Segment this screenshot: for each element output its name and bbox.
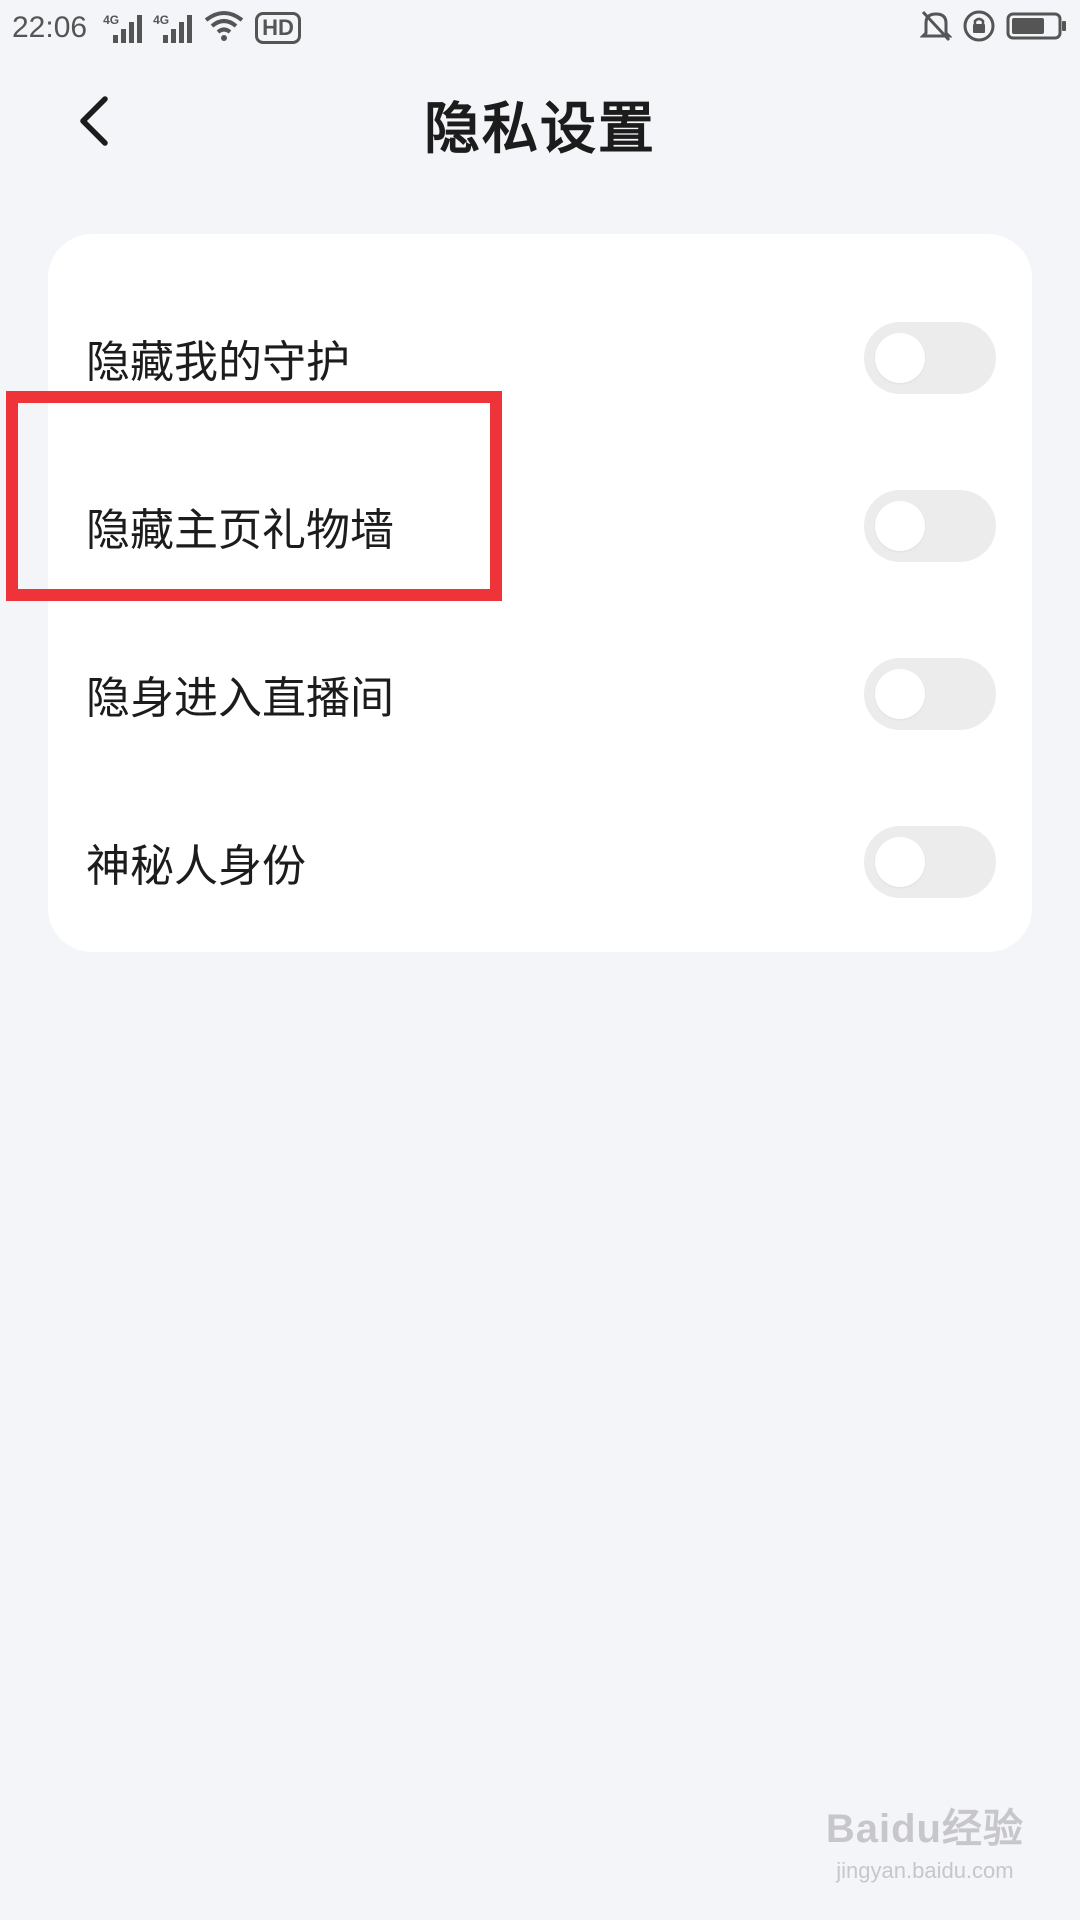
setting-label: 隐藏我的守护 bbox=[86, 337, 350, 388]
watermark-logo: Baidu经验 bbox=[825, 1807, 1024, 1851]
status-right bbox=[919, 9, 1068, 47]
status-left: 22:06 4G 4G HD bbox=[12, 10, 301, 46]
toggle-knob bbox=[875, 501, 925, 551]
invisible-enter-toggle[interactable] bbox=[864, 658, 996, 730]
signal-icon: 4G bbox=[153, 11, 193, 45]
watermark: Baidu经验 jingyan.baidu.com bbox=[826, 1796, 1024, 1884]
network-type-label: 4G bbox=[103, 13, 120, 27]
page-title: 隐私设置 bbox=[424, 97, 656, 162]
hd-call-icon: HD bbox=[255, 12, 301, 44]
setting-label: 隐藏主页礼物墙 bbox=[86, 505, 394, 556]
rotation-lock-icon bbox=[962, 9, 996, 47]
hide-guardian-toggle[interactable] bbox=[864, 322, 996, 394]
status-time: 22:06 bbox=[12, 11, 88, 44]
mystery-identity-toggle[interactable] bbox=[864, 826, 996, 898]
setting-row-hide-gift-wall: 隐藏主页礼物墙 bbox=[48, 442, 1032, 610]
setting-row-mystery-identity: 神秘人身份 bbox=[48, 778, 1032, 946]
settings-card: 隐藏我的守护 隐藏主页礼物墙 隐身进入直播间 神秘人身份 bbox=[48, 234, 1032, 952]
battery-icon bbox=[1006, 11, 1068, 45]
toggle-knob bbox=[875, 837, 925, 887]
setting-label: 神秘人身份 bbox=[86, 841, 306, 892]
bell-muted-icon bbox=[919, 9, 953, 47]
signal-icon: 4G bbox=[103, 11, 143, 45]
network-type-label: 4G bbox=[153, 13, 170, 27]
header: 隐私设置 bbox=[0, 56, 1080, 186]
setting-label: 隐身进入直播间 bbox=[86, 673, 394, 724]
hide-gift-wall-toggle[interactable] bbox=[864, 490, 996, 562]
wifi-icon bbox=[203, 10, 245, 46]
setting-row-invisible-enter: 隐身进入直播间 bbox=[48, 610, 1032, 778]
status-bar: 22:06 4G 4G HD bbox=[0, 0, 1080, 56]
watermark-url: jingyan.baidu.com bbox=[836, 1858, 1014, 1883]
toggle-knob bbox=[875, 333, 925, 383]
toggle-knob bbox=[875, 669, 925, 719]
setting-row-hide-guardian: 隐藏我的守护 bbox=[48, 274, 1032, 442]
